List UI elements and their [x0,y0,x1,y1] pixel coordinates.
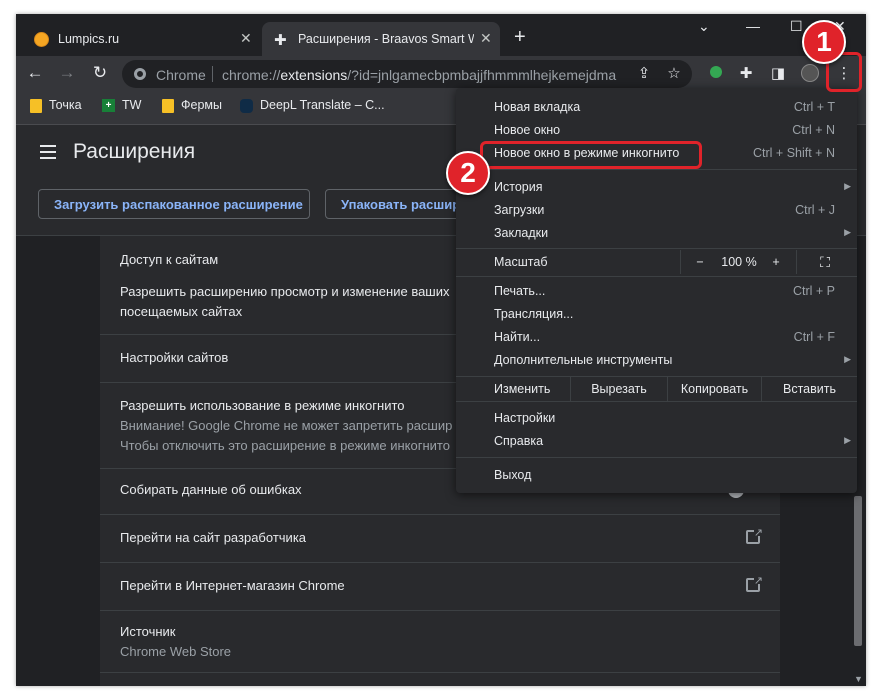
developer-site-row[interactable]: Перейти на сайт разработчика ↗ [100,514,780,563]
scrollbar-thumb[interactable] [854,496,862,646]
share-icon[interactable]: ⇪ [634,64,654,84]
incognito-desc-2: Чтобы отключить это расширение в режиме … [120,438,450,453]
zoom-value: 100 % [721,255,757,269]
paste-button[interactable]: Вставить [762,377,857,401]
url-text[interactable]: chrome://extensions/?id=jnlgamecbpmbajjf… [222,67,632,83]
bookmark-item[interactable]: DeepL Translate – C... [240,98,385,113]
menu-separator [456,248,857,249]
hamburger-menu-icon[interactable] [40,145,56,163]
tab-lumpics[interactable]: Lumpics.ru ✕ [24,22,260,56]
menu-separator [456,169,857,170]
tab-title: Расширения - Braavos Smart Wa [298,32,474,46]
menu-item-exit[interactable]: Выход [456,464,857,487]
menu-item-bookmarks[interactable]: Закладки ▶ [456,222,857,245]
fullscreen-icon[interactable]: ⛶ [812,250,838,274]
tab-search-icon[interactable]: ⌄ [698,18,710,35]
bookmark-item[interactable]: + TW [102,98,141,113]
menu-item-more-tools[interactable]: Дополнительные инструменты ▶ [456,349,857,372]
address-bar[interactable]: Chrome chrome://extensions/?id=jnlgamecb… [122,60,692,88]
menu-item-new-tab[interactable]: Новая вкладка Ctrl + T [456,96,857,119]
tab-strip: Lumpics.ru ✕ ✚ Расширения - Braavos Smar… [16,14,866,56]
menu-item-help[interactable]: Справка ▶ [456,430,857,453]
chrome-store-row[interactable]: Перейти в Интернет-магазин Chrome ↗ [100,562,780,611]
chevron-right-icon: ▶ [844,181,851,191]
menu-separator [456,457,857,458]
menu-item-downloads[interactable]: Загрузки Ctrl + J [456,199,857,222]
external-link-icon[interactable]: ↗ [746,575,763,592]
chrome-icon [134,68,146,80]
menu-item-find[interactable]: Найти... Ctrl + F [456,326,857,349]
deepl-icon [240,98,253,113]
extension-green-icon[interactable] [706,64,726,84]
site-access-desc-2: посещаемых сайтах [120,304,243,319]
source-row: Источник Chrome Web Store [100,610,780,673]
menu-separator [456,401,857,402]
site-access-title: Доступ к сайтам [120,252,219,267]
zoom-out-button[interactable]: − [688,250,712,274]
minimize-button[interactable]: — [746,18,760,34]
back-button[interactable]: ← [24,62,46,84]
incognito-highlight [480,141,702,169]
page-title: Расширения [73,140,196,163]
tab-title: Lumpics.ru [58,32,120,46]
site-label: Chrome [156,67,206,83]
menu-item-cast[interactable]: Трансляция... [456,303,857,326]
external-link-icon[interactable]: ↗ [746,527,763,544]
bookmark-star-icon[interactable]: ☆ [664,64,684,84]
menu-separator [456,276,857,277]
incognito-desc: Внимание! Google Chrome не может запрети… [120,418,453,433]
copy-button[interactable]: Копировать [668,377,761,401]
chrome-store-label: Перейти в Интернет-магазин Chrome [120,578,345,593]
forward-button[interactable]: → [56,62,78,84]
chevron-right-icon: ▶ [844,354,851,364]
menu-item-settings[interactable]: Настройки [456,407,857,430]
lumpics-favicon-icon [34,32,49,47]
incognito-title: Разрешить использование в режиме инкогни… [120,398,405,413]
tab-extensions[interactable]: ✚ Расширения - Braavos Smart Wa ✕ [262,22,500,56]
edit-label: Изменить [494,382,551,396]
source-title: Источник [120,624,176,639]
bookmark-item[interactable]: Фермы [162,98,222,113]
reload-button[interactable]: ↻ [89,62,111,84]
bookmark-item[interactable]: Точка [30,98,82,113]
chevron-right-icon: ▶ [844,435,851,445]
step-1-badge: 1 [802,20,846,64]
developer-site-label: Перейти на сайт разработчика [120,530,307,545]
omnibox-separator [212,66,213,82]
extensions-puzzle-icon[interactable]: ✚ [736,64,756,84]
maximize-button[interactable]: ☐ [790,18,803,35]
new-tab-button[interactable]: + [514,26,526,49]
menu-item-new-window[interactable]: Новое окно Ctrl + N [456,119,857,142]
menu-zoom-row: Масштаб − 100 % + ⛶ [456,250,857,274]
collect-errors-label: Собирать данные об ошибках [120,482,302,497]
zoom-label: Масштаб [494,255,548,269]
chevron-right-icon: ▶ [844,227,851,237]
load-unpacked-button[interactable]: Загрузить распакованное расширение [38,189,310,219]
profile-avatar[interactable] [800,64,820,84]
close-tab-icon[interactable]: ✕ [480,30,492,47]
tw-icon: + [102,99,115,113]
folder-icon [30,98,42,113]
menu-item-print[interactable]: Печать... Ctrl + P [456,280,857,303]
zoom-in-button[interactable]: + [764,250,788,274]
scroll-down-arrow-icon[interactable]: ▼ [854,674,863,684]
close-tab-icon[interactable]: ✕ [240,30,252,47]
side-panel-icon[interactable]: ◨ [768,64,788,84]
folder-icon [162,98,174,113]
step-2-badge: 2 [446,151,490,195]
puzzle-icon: ✚ [274,32,287,49]
menu-edit-row: Изменить Вырезать Копировать Вставить [456,377,857,401]
menu-item-history[interactable]: История ▶ [456,176,857,199]
site-access-desc: Разрешить расширению просмотр и изменени… [120,284,450,299]
toolbar: ← → ↻ Chrome chrome://extensions/?id=jnl… [16,56,866,92]
cut-button[interactable]: Вырезать [571,377,667,401]
source-value: Chrome Web Store [120,644,232,659]
site-settings-label: Настройки сайтов [120,350,229,365]
